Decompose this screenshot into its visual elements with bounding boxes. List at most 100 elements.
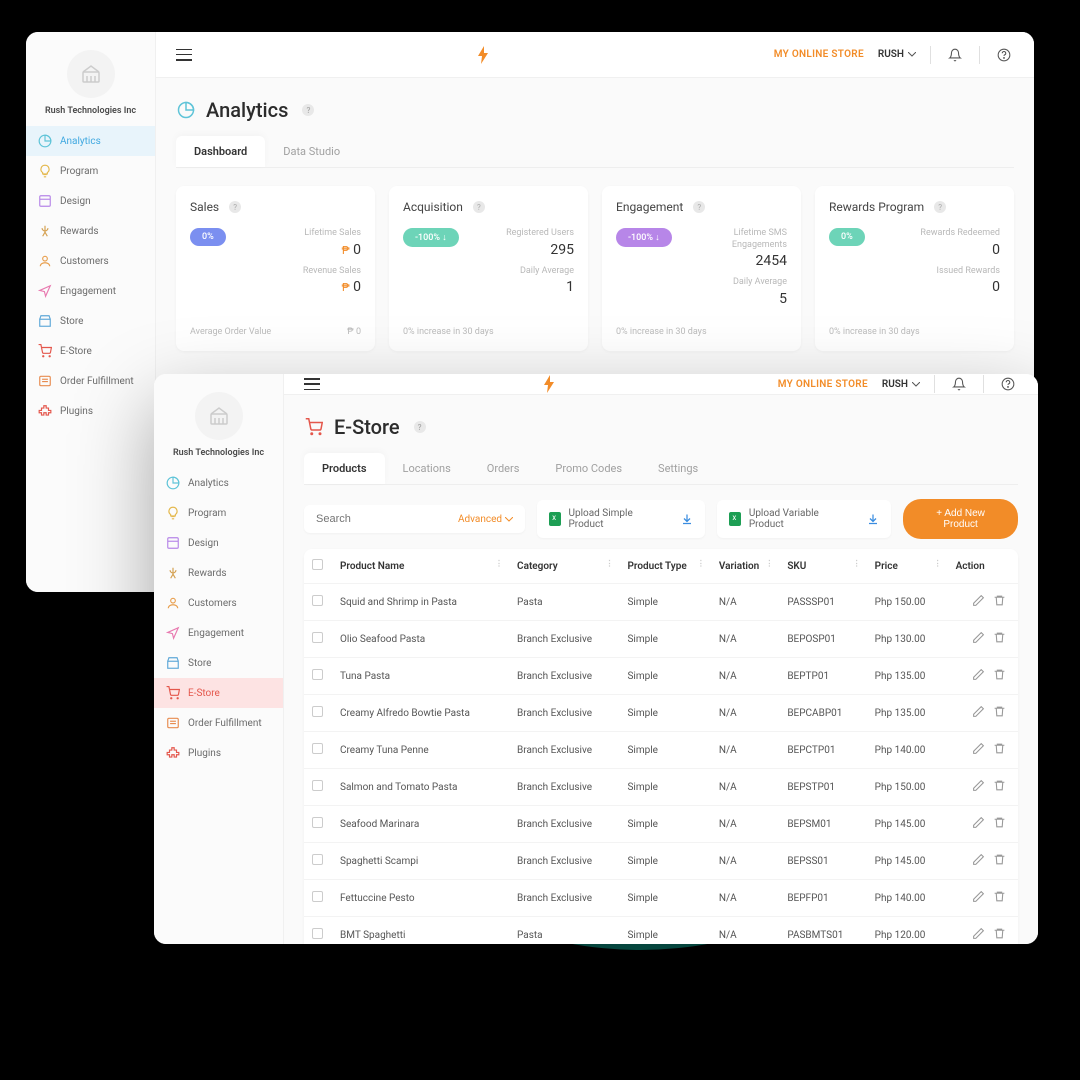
user-dropdown[interactable]: RUSH xyxy=(882,379,920,390)
sidebar-item-analytics[interactable]: Analytics xyxy=(154,468,283,498)
delete-icon[interactable] xyxy=(993,853,1006,866)
row-checkbox[interactable] xyxy=(312,743,323,754)
tab-settings[interactable]: Settings xyxy=(640,453,716,484)
sidebar-item-customers[interactable]: Customers xyxy=(26,246,155,276)
upload-variable-box[interactable]: Upload Variable Product xyxy=(717,500,891,538)
delete-icon[interactable] xyxy=(993,927,1006,940)
sidebar-item-customers[interactable]: Customers xyxy=(154,588,283,618)
row-checkbox[interactable] xyxy=(312,928,323,939)
column-product-name[interactable]: Product Name⋮ xyxy=(332,549,509,584)
row-checkbox[interactable] xyxy=(312,669,323,680)
column-action[interactable]: Action xyxy=(948,549,1018,584)
row-checkbox[interactable] xyxy=(312,780,323,791)
row-checkbox[interactable] xyxy=(312,891,323,902)
delete-icon[interactable] xyxy=(993,890,1006,903)
sidebar-item-e-store[interactable]: E-Store xyxy=(154,678,283,708)
tab-products[interactable]: Products xyxy=(304,453,385,484)
row-checkbox[interactable] xyxy=(312,706,323,717)
help-icon[interactable] xyxy=(998,374,1018,394)
row-checkbox[interactable] xyxy=(312,817,323,828)
advanced-link[interactable]: Advanced xyxy=(458,514,513,525)
edit-icon[interactable] xyxy=(972,668,985,681)
cell-variation: N/A xyxy=(711,584,779,621)
column-product-type[interactable]: Product Type⋮ xyxy=(619,549,710,584)
tab-dashboard[interactable]: Dashboard xyxy=(176,136,265,167)
cell-sku: BEPSS01 xyxy=(779,843,866,880)
sidebar-item-program[interactable]: Program xyxy=(154,498,283,528)
sidebar-item-program[interactable]: Program xyxy=(26,156,155,186)
checkbox-all[interactable] xyxy=(312,559,323,570)
sidebar-item-engagement[interactable]: Engagement xyxy=(26,276,155,306)
sidebar-item-store[interactable]: Store xyxy=(154,648,283,678)
sidebar-item-e-store[interactable]: E-Store xyxy=(26,336,155,366)
sidebar-item-design[interactable]: Design xyxy=(154,528,283,558)
store-link[interactable]: MY ONLINE STORE xyxy=(778,379,868,390)
edit-icon[interactable] xyxy=(972,779,985,792)
sidebar-item-analytics[interactable]: Analytics xyxy=(26,126,155,156)
tab-promo-codes[interactable]: Promo Codes xyxy=(537,453,640,484)
card-title: Acquisition xyxy=(403,200,463,214)
hamburger-icon[interactable] xyxy=(176,49,192,61)
cell-name: Spaghetti Scampi xyxy=(332,843,509,880)
search-input[interactable] xyxy=(316,513,458,525)
delete-icon[interactable] xyxy=(993,594,1006,607)
sidebar-item-design[interactable]: Design xyxy=(26,186,155,216)
download-icon[interactable] xyxy=(681,513,693,525)
bell-icon[interactable] xyxy=(945,45,965,65)
edit-icon[interactable] xyxy=(972,816,985,829)
hamburger-icon[interactable] xyxy=(304,378,320,390)
sidebar-item-order-fulfillment[interactable]: Order Fulfillment xyxy=(154,708,283,738)
add-product-button[interactable]: + Add New Product xyxy=(903,499,1018,539)
sidebar-item-plugins[interactable]: Plugins xyxy=(26,396,155,426)
sidebar-item-engagement[interactable]: Engagement xyxy=(154,618,283,648)
cell-name: Olio Seafood Pasta xyxy=(332,621,509,658)
bell-icon[interactable] xyxy=(949,374,969,394)
edit-icon[interactable] xyxy=(972,853,985,866)
info-icon[interactable]: ? xyxy=(473,201,485,213)
sidebar-item-order-fulfillment[interactable]: Order Fulfillment xyxy=(26,366,155,396)
column-category[interactable]: Category⋮ xyxy=(509,549,619,584)
delete-icon[interactable] xyxy=(993,742,1006,755)
column-sku[interactable]: SKU⋮ xyxy=(779,549,866,584)
sidebar-item-plugins[interactable]: Plugins xyxy=(154,738,283,768)
cell-type: Simple xyxy=(619,806,710,843)
cell-price: Php 150.00 xyxy=(867,769,948,806)
info-icon[interactable]: ? xyxy=(302,104,314,116)
sidebar-item-rewards[interactable]: Rewards xyxy=(154,558,283,588)
delete-icon[interactable] xyxy=(993,705,1006,718)
store-link[interactable]: MY ONLINE STORE xyxy=(774,49,864,60)
sidebar-item-store[interactable]: Store xyxy=(26,306,155,336)
info-icon[interactable]: ? xyxy=(693,201,705,213)
tab-locations[interactable]: Locations xyxy=(385,453,469,484)
sidebar-item-rewards[interactable]: Rewards xyxy=(26,216,155,246)
edit-icon[interactable] xyxy=(972,594,985,607)
tab-orders[interactable]: Orders xyxy=(469,453,538,484)
download-icon[interactable] xyxy=(867,513,879,525)
info-icon[interactable]: ? xyxy=(414,421,426,433)
column-variation[interactable]: Variation⋮ xyxy=(711,549,779,584)
info-icon[interactable]: ? xyxy=(934,201,946,213)
cell-price: Php 135.00 xyxy=(867,658,948,695)
delete-icon[interactable] xyxy=(993,631,1006,644)
edit-icon[interactable] xyxy=(972,742,985,755)
search-box[interactable]: Advanced xyxy=(304,505,525,533)
cell-variation: N/A xyxy=(711,843,779,880)
row-checkbox[interactable] xyxy=(312,595,323,606)
column-price[interactable]: Price⋮ xyxy=(867,549,948,584)
delete-icon[interactable] xyxy=(993,668,1006,681)
edit-icon[interactable] xyxy=(972,890,985,903)
delete-icon[interactable] xyxy=(993,816,1006,829)
edit-icon[interactable] xyxy=(972,927,985,940)
help-icon[interactable] xyxy=(994,45,1014,65)
row-checkbox[interactable] xyxy=(312,854,323,865)
cell-sku: BEPFP01 xyxy=(779,880,866,917)
edit-icon[interactable] xyxy=(972,631,985,644)
delete-icon[interactable] xyxy=(993,779,1006,792)
user-dropdown[interactable]: RUSH xyxy=(878,49,916,60)
info-icon[interactable]: ? xyxy=(229,201,241,213)
table-row: Tuna PastaBranch ExclusiveSimpleN/ABEPTP… xyxy=(304,658,1018,695)
upload-simple-box[interactable]: Upload Simple Product xyxy=(537,500,705,538)
row-checkbox[interactable] xyxy=(312,632,323,643)
tab-data-studio[interactable]: Data Studio xyxy=(265,136,358,167)
edit-icon[interactable] xyxy=(972,705,985,718)
